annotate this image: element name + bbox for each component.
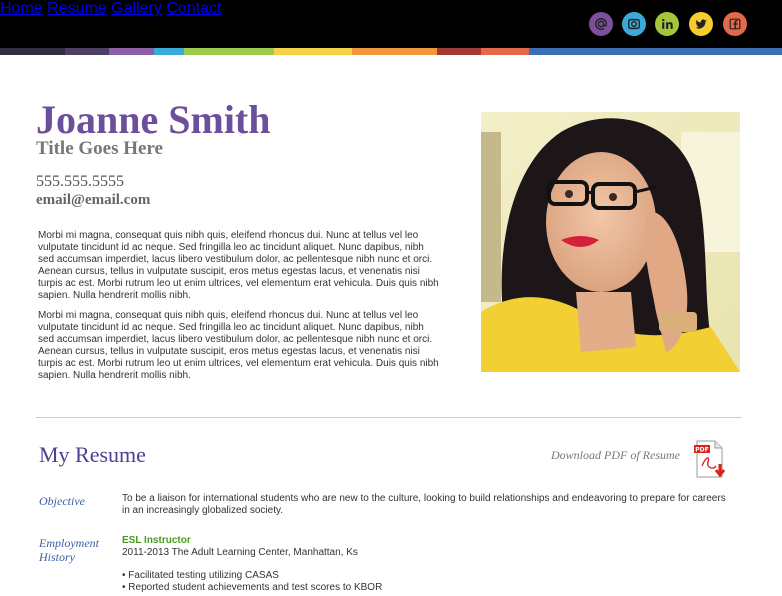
objective-label: Objective <box>39 494 85 508</box>
color-stripe <box>0 48 782 55</box>
stripe-segment <box>109 48 154 55</box>
list-item: Facilitated testing utilizing CASAS <box>122 570 382 582</box>
pdf-icon-label: PDF <box>695 447 708 454</box>
section-divider <box>36 417 742 418</box>
profile-photo <box>481 112 740 372</box>
resume-heading: My Resume <box>39 442 146 467</box>
twitter-icon[interactable] <box>689 12 713 36</box>
stripe-segment <box>184 48 274 55</box>
job-duties-list: Facilitated testing utilizing CASAS Repo… <box>122 570 382 594</box>
stripe-segment <box>352 48 437 55</box>
nav-resume[interactable]: Resume <box>47 0 107 17</box>
objective-text: To be a liaison for international studen… <box>122 493 726 516</box>
nav-gallery[interactable]: Gallery <box>111 0 162 17</box>
profile-phone: 555.555.5555 <box>36 173 124 190</box>
facebook-icon[interactable] <box>723 12 747 36</box>
instagram-icon[interactable] <box>622 12 646 36</box>
top-navigation-bar: Home Resume Gallery Contact <box>0 0 782 48</box>
stripe-segment <box>274 48 352 55</box>
job-dates-employer: 2011-2013 The Adult Learning Center, Man… <box>122 547 358 558</box>
download-pdf-link[interactable]: Download PDF of Resume <box>551 448 680 463</box>
nav-home[interactable]: Home <box>0 0 43 17</box>
profile-email[interactable]: email@email.com <box>36 192 150 209</box>
stripe-segment <box>437 48 481 55</box>
bio-paragraph: Morbi mi magna, consequat quis nibh quis… <box>38 230 439 301</box>
profile-title: Title Goes Here <box>36 138 163 159</box>
stripe-segment <box>154 48 184 55</box>
linkedin-icon[interactable] <box>655 12 679 36</box>
bio-paragraph: Morbi mi magna, consequat quis nibh quis… <box>38 310 439 381</box>
email-icon[interactable] <box>589 12 613 36</box>
job-title: ESL Instructor <box>122 535 191 546</box>
profile-name: Joanne Smith <box>36 97 271 142</box>
nav-contact[interactable]: Contact <box>166 0 221 17</box>
pdf-download-icon[interactable]: PDF <box>694 440 728 480</box>
stripe-segment <box>65 48 109 55</box>
list-item: Reported student achievements and test s… <box>122 582 382 594</box>
stripe-segment <box>529 48 782 55</box>
employment-history-label: Employment History <box>39 536 99 564</box>
stripe-segment <box>0 48 65 55</box>
stripe-segment <box>481 48 529 55</box>
